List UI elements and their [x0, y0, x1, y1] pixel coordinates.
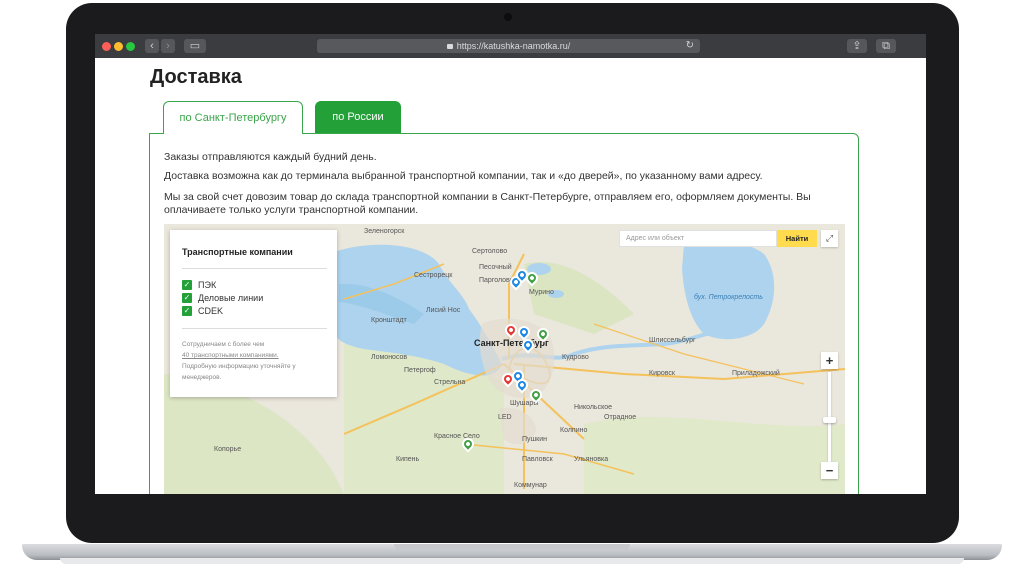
map-label-krasnoe-selo: Красное Село [434, 433, 480, 440]
map-label-lomonosov: Ломоносов [371, 354, 408, 361]
paragraph-schedule: Заказы отправляются каждый будний день. [164, 151, 377, 163]
tabs-overview-icon[interactable]: ⧉ [876, 39, 896, 53]
map-label-kudrovo: Кудрово [562, 354, 589, 361]
fullscreen-icon[interactable]: ⤢ [821, 230, 838, 247]
map-label-zelenogorsk: Зеленогорск [364, 228, 405, 235]
checkbox-checked-icon[interactable]: ✓ [182, 280, 192, 290]
sidebar-toggle-icon[interactable]: ▭ [184, 39, 206, 53]
map-label-kommunar: Коммунар [514, 482, 547, 489]
map-label-kirovsk: Кировск [649, 370, 675, 377]
legend-note-suffix: Подробную информацию уточняйте у менедже… [182, 363, 296, 381]
transport-legend: Транспортные компании ✓ ПЭК ✓ Деловые лини… [170, 230, 337, 397]
company-label: Деловые линии [198, 293, 264, 303]
tab-russia[interactable]: по России [315, 101, 401, 134]
delivery-map[interactable]: Зеленогорск Сертолово Сестрорецк Песочны… [164, 224, 845, 494]
share-icon[interactable]: ⇪ [847, 39, 867, 53]
map-label-lisiy-nos: Лисий Нос [426, 307, 461, 314]
reload-icon[interactable]: ↻ [686, 39, 694, 53]
map-label-shlisselburg: Шлиссельбург [649, 337, 696, 344]
maximize-window-button[interactable] [126, 42, 135, 51]
map-label-petrokrepost: бух. Петрокрепость [694, 294, 763, 301]
map-label-kipen: Кипень [396, 456, 420, 463]
url-text: https://katushka-namotka.ru/ [456, 41, 571, 51]
company-delovye-linii[interactable]: ✓ Деловые линии [182, 293, 263, 304]
close-window-button[interactable] [102, 42, 111, 51]
tab-spb[interactable]: по Санкт-Петербургу [163, 101, 303, 134]
browser-toolbar: ‹ › ▭ https://katushka-namotka.ru/ ↻ ⇪ ⧉ [95, 34, 926, 58]
map-label-sestroretsk: Сестрорецк [414, 272, 453, 279]
address-bar[interactable]: https://katushka-namotka.ru/ ↻ [317, 39, 700, 53]
map-label-strelna: Стрельна [434, 379, 466, 386]
camera-icon [504, 13, 512, 21]
company-label: CDEK [198, 306, 224, 316]
paragraph-delivery-options: Доставка возможна как до терминала выбра… [164, 170, 763, 182]
company-cdek[interactable]: ✓ CDEK [182, 306, 223, 317]
map-label-murino: Мурино [529, 289, 554, 296]
map-label-petergof: Петергоф [404, 367, 436, 374]
company-label: ПЭК [198, 280, 217, 290]
back-button[interactable]: ‹ [145, 39, 159, 53]
legend-title: Транспортные компании [182, 247, 293, 257]
checkbox-checked-icon[interactable]: ✓ [182, 293, 192, 303]
legend-note-prefix: Сотрудничаем с более чем [182, 341, 265, 348]
minimize-window-button[interactable] [114, 42, 123, 51]
map-label-pargolovo: Парголово [479, 277, 514, 284]
zoom-in-button[interactable]: + [821, 352, 838, 369]
companies-link[interactable]: 40 транспортными компаниями. [182, 352, 279, 359]
browser-window: ‹ › ▭ https://katushka-namotka.ru/ ↻ ⇪ ⧉… [95, 34, 926, 494]
checkbox-checked-icon[interactable]: ✓ [182, 306, 192, 316]
map-label-ulyanovka: Ульяновка [574, 456, 609, 463]
lock-icon [446, 44, 453, 49]
map-label-kopore: Копорье [214, 446, 242, 453]
paragraph-delivery-terms: Мы за свой счет довозим товар до склада … [164, 191, 811, 216]
page-title: Доставка [150, 66, 242, 88]
legend-note: Сотрудничаем с более чем 40 транспортным… [182, 339, 332, 383]
map-label-spb: Санкт-Петербург [474, 338, 549, 348]
zoom-slider-handle[interactable] [823, 417, 836, 423]
map-search-button[interactable]: Найти [777, 230, 817, 247]
legend-divider [182, 328, 327, 329]
map-label-pridorozhny: Приладожский [732, 370, 780, 377]
map-label-led: LED [498, 414, 512, 421]
map-label-otradnoe: Отрадное [604, 414, 637, 421]
map-label-pavlovsk: Павловск [522, 456, 553, 463]
map-search-input[interactable]: Адрес или объект [619, 230, 777, 247]
map-label-nikolskoe: Никольское [574, 404, 613, 411]
map-label-kolpino: Колпино [560, 427, 588, 434]
legend-divider [182, 268, 327, 269]
map-label-sertolovo: Сертолово [472, 248, 508, 255]
laptop-shadow [60, 558, 964, 564]
company-pek[interactable]: ✓ ПЭК [182, 280, 216, 291]
map-label-kronshtadt: Кронштадт [371, 317, 407, 324]
zoom-out-button[interactable]: − [821, 462, 838, 479]
laptop-notch [394, 544, 630, 550]
map-label-pesochny: Песочный [479, 264, 512, 271]
forward-button[interactable]: › [161, 39, 175, 53]
map-label-pushkin: Пушкин [522, 436, 547, 443]
